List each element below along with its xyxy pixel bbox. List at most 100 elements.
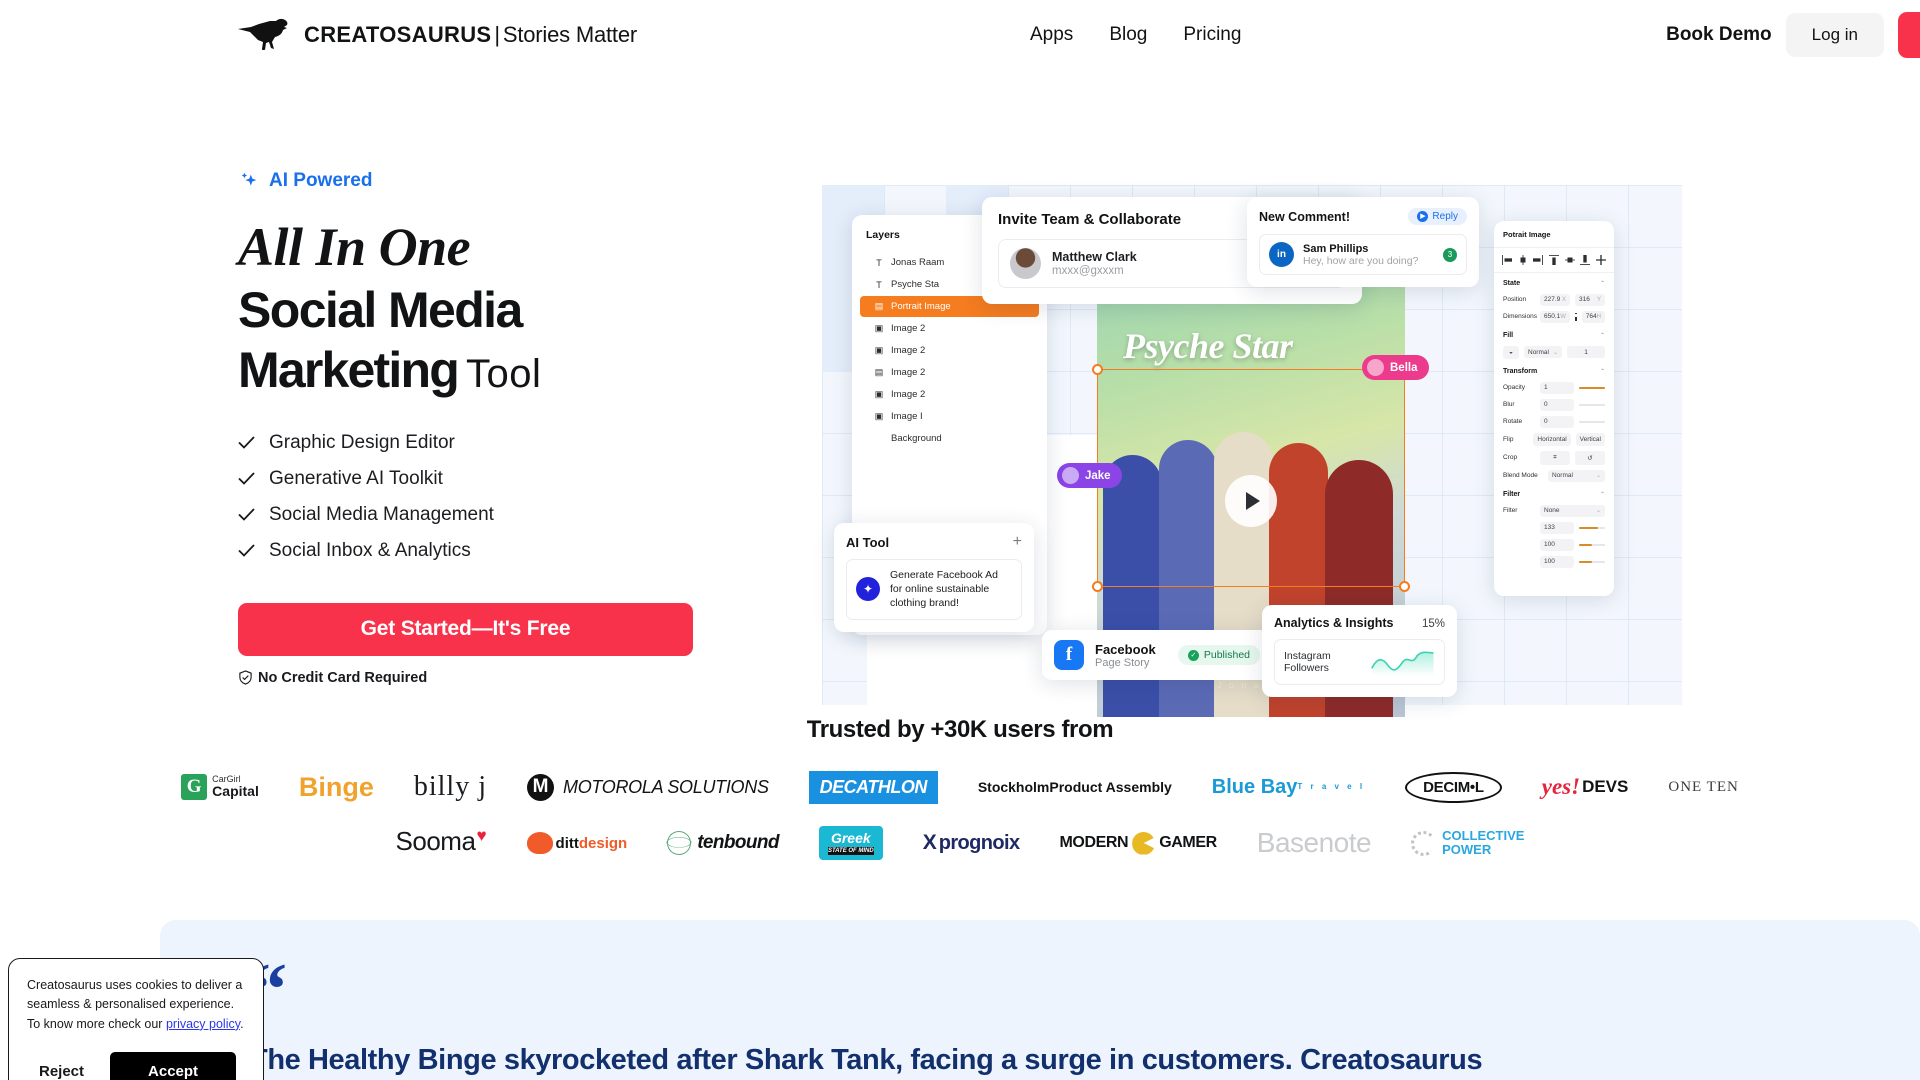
align-bottom-icon[interactable]: [1580, 255, 1591, 265]
login-button[interactable]: Log in: [1785, 13, 1884, 57]
avatar: [1062, 467, 1079, 484]
height-input[interactable]: 764 H: [1581, 310, 1605, 323]
brand-name: CREATOSAURUS: [304, 22, 492, 47]
ai-tool-title: AI Tool: [846, 534, 890, 550]
dinosaur-logo-icon: [238, 18, 288, 50]
comment-card-header: New Comment! ▶ Reply: [1259, 208, 1467, 225]
book-demo-link[interactable]: Book Demo: [1666, 24, 1772, 46]
nav-item-apps[interactable]: Apps: [1030, 24, 1073, 46]
brand-logo[interactable]: CREATOSAURUS | Stories Matter: [238, 18, 637, 52]
layer-item[interactable]: Background: [860, 428, 1039, 449]
nav-item-blog[interactable]: Blog: [1109, 24, 1147, 46]
logo-the-binge: Binge: [298, 771, 374, 802]
rotate-slider[interactable]: [1579, 420, 1605, 423]
privacy-policy-link[interactable]: privacy policy: [166, 1017, 240, 1031]
headline-line-3: Marketing Tool: [238, 341, 560, 399]
crop-icon[interactable]: ⌗: [1540, 450, 1570, 465]
filter-input-1[interactable]: 133: [1540, 521, 1574, 534]
layer-item[interactable]: ▣ Image 2: [860, 340, 1039, 361]
fill-opacity-input[interactable]: 1: [1567, 346, 1605, 358]
layer-label: Background: [891, 433, 942, 444]
filter-select[interactable]: None ⌄: [1540, 504, 1605, 517]
sparkle-icon: [241, 172, 257, 186]
blur-slider[interactable]: [1579, 403, 1605, 406]
fill-section-header[interactable]: Fill ⌃: [1494, 325, 1614, 343]
chevron-up-icon: ⌃: [1599, 281, 1605, 287]
trusted-by-section: Trusted by +30K users from G CarGirl Cap…: [0, 716, 1920, 882]
resize-handle[interactable]: [1092, 364, 1103, 375]
state-section-header[interactable]: State ⌃: [1494, 273, 1614, 291]
filter-input-3[interactable]: 100: [1540, 555, 1574, 568]
blend-mode-select[interactable]: Normal ⌄: [1548, 469, 1605, 482]
layer-item[interactable]: ▤ Image 2: [860, 362, 1039, 383]
lock-aspect-icon[interactable]: [1574, 312, 1577, 321]
flip-horizontal-button[interactable]: Horizontal: [1533, 432, 1571, 446]
check-circle-icon: ✓: [1187, 649, 1199, 661]
filter-slider-row: 100: [1494, 553, 1614, 570]
width-value: 650.1: [1544, 313, 1561, 320]
resize-handle[interactable]: [1399, 581, 1410, 592]
filter-label: Filter: [1503, 507, 1518, 514]
dimensions-label: Dimensions: [1503, 313, 1537, 320]
flip-vertical-button[interactable]: Vertical: [1575, 432, 1605, 446]
no-credit-card-label: No Credit Card Required: [258, 669, 428, 686]
ai-prompt-row[interactable]: ✦ Generate Facebook Ad for online sustai…: [846, 559, 1022, 620]
layer-item[interactable]: ▣ Image 2: [860, 318, 1039, 339]
distribute-icon[interactable]: [1595, 255, 1606, 265]
align-top-icon[interactable]: [1548, 255, 1559, 265]
filter-slider-1[interactable]: [1579, 526, 1605, 529]
sparkline-chart: [1370, 651, 1434, 676]
filter-slider-3[interactable]: [1579, 560, 1605, 563]
rotate-input[interactable]: 0: [1540, 415, 1574, 428]
logo-decimal: DECIM•L: [1405, 771, 1502, 803]
plus-icon[interactable]: +: [1013, 534, 1022, 550]
bluebay-sub: T r a v e l: [1297, 782, 1366, 791]
position-label: Position: [1503, 296, 1527, 303]
logo-yes-devs: yes! DEVS: [1542, 770, 1629, 804]
reject-cookies-button[interactable]: Reject: [27, 1057, 96, 1080]
logo-modern-gamer: MODERN GAMER: [1059, 826, 1217, 860]
transform-section-header[interactable]: Transform ⌃: [1494, 361, 1614, 379]
layer-item[interactable]: ▣ Image 2: [860, 384, 1039, 405]
member-email: mxxx@gxxxm: [1052, 265, 1124, 278]
blend-select[interactable]: Normal ⌄: [1524, 346, 1562, 358]
filter-slider-2[interactable]: [1579, 543, 1605, 546]
blur-input[interactable]: 0: [1540, 398, 1574, 411]
position-y-value: 316: [1579, 296, 1590, 303]
opacity-input[interactable]: 1: [1540, 381, 1574, 394]
opacity-slider[interactable]: [1579, 386, 1605, 389]
filter-slider-row: 100: [1494, 536, 1614, 553]
width-input[interactable]: 650.1 W: [1540, 310, 1570, 323]
reply-button[interactable]: ▶ Reply: [1408, 208, 1467, 225]
eyedropper-icon[interactable]: ◒: [1503, 345, 1519, 359]
channel-name: Facebook: [1095, 641, 1156, 657]
get-started-button[interactable]: Get Started—It's Free: [238, 602, 693, 656]
resize-handle[interactable]: [1092, 581, 1103, 592]
fill-row: ◒ Normal ⌄ 1: [1494, 343, 1614, 361]
canvas-selection-box[interactable]: [1092, 364, 1410, 592]
align-left-icon[interactable]: [1502, 255, 1512, 265]
sparkle-icon: ✦: [856, 577, 880, 602]
filter-input-2[interactable]: 100: [1540, 538, 1574, 551]
accept-cookies-button[interactable]: Accept: [110, 1052, 237, 1080]
greek-name: Greek: [830, 830, 871, 846]
position-y-input[interactable]: 316 Y: [1575, 293, 1605, 306]
align-center-h-icon[interactable]: [1518, 255, 1528, 265]
width-unit: W: [1560, 313, 1566, 320]
channel-type: Page Story: [1095, 656, 1150, 669]
text-layer-icon: T: [876, 257, 882, 268]
reset-icon[interactable]: ↺: [1575, 450, 1605, 465]
align-middle-icon[interactable]: [1564, 255, 1575, 265]
logo-stockholm-product-assembly: Stockholm Product Assembly: [978, 770, 1172, 804]
layer-item[interactable]: ▣ Image I: [860, 406, 1039, 427]
filter-section-header[interactable]: Filter ⌃: [1494, 484, 1614, 502]
gamer-word: GAMER: [1159, 834, 1217, 851]
align-right-icon[interactable]: [1533, 255, 1544, 265]
signup-button-edge[interactable]: [1898, 12, 1920, 58]
nav-item-pricing[interactable]: Pricing: [1183, 24, 1241, 46]
logo-motorola-solutions: M MOTOROLA SOLUTIONS: [527, 770, 769, 804]
position-x-input[interactable]: 227.9 X: [1540, 293, 1570, 306]
filter-value-1: 133: [1544, 524, 1555, 531]
motorola-m-icon: M: [527, 773, 554, 801]
bluebay-name: Blue Bay: [1211, 776, 1298, 798]
